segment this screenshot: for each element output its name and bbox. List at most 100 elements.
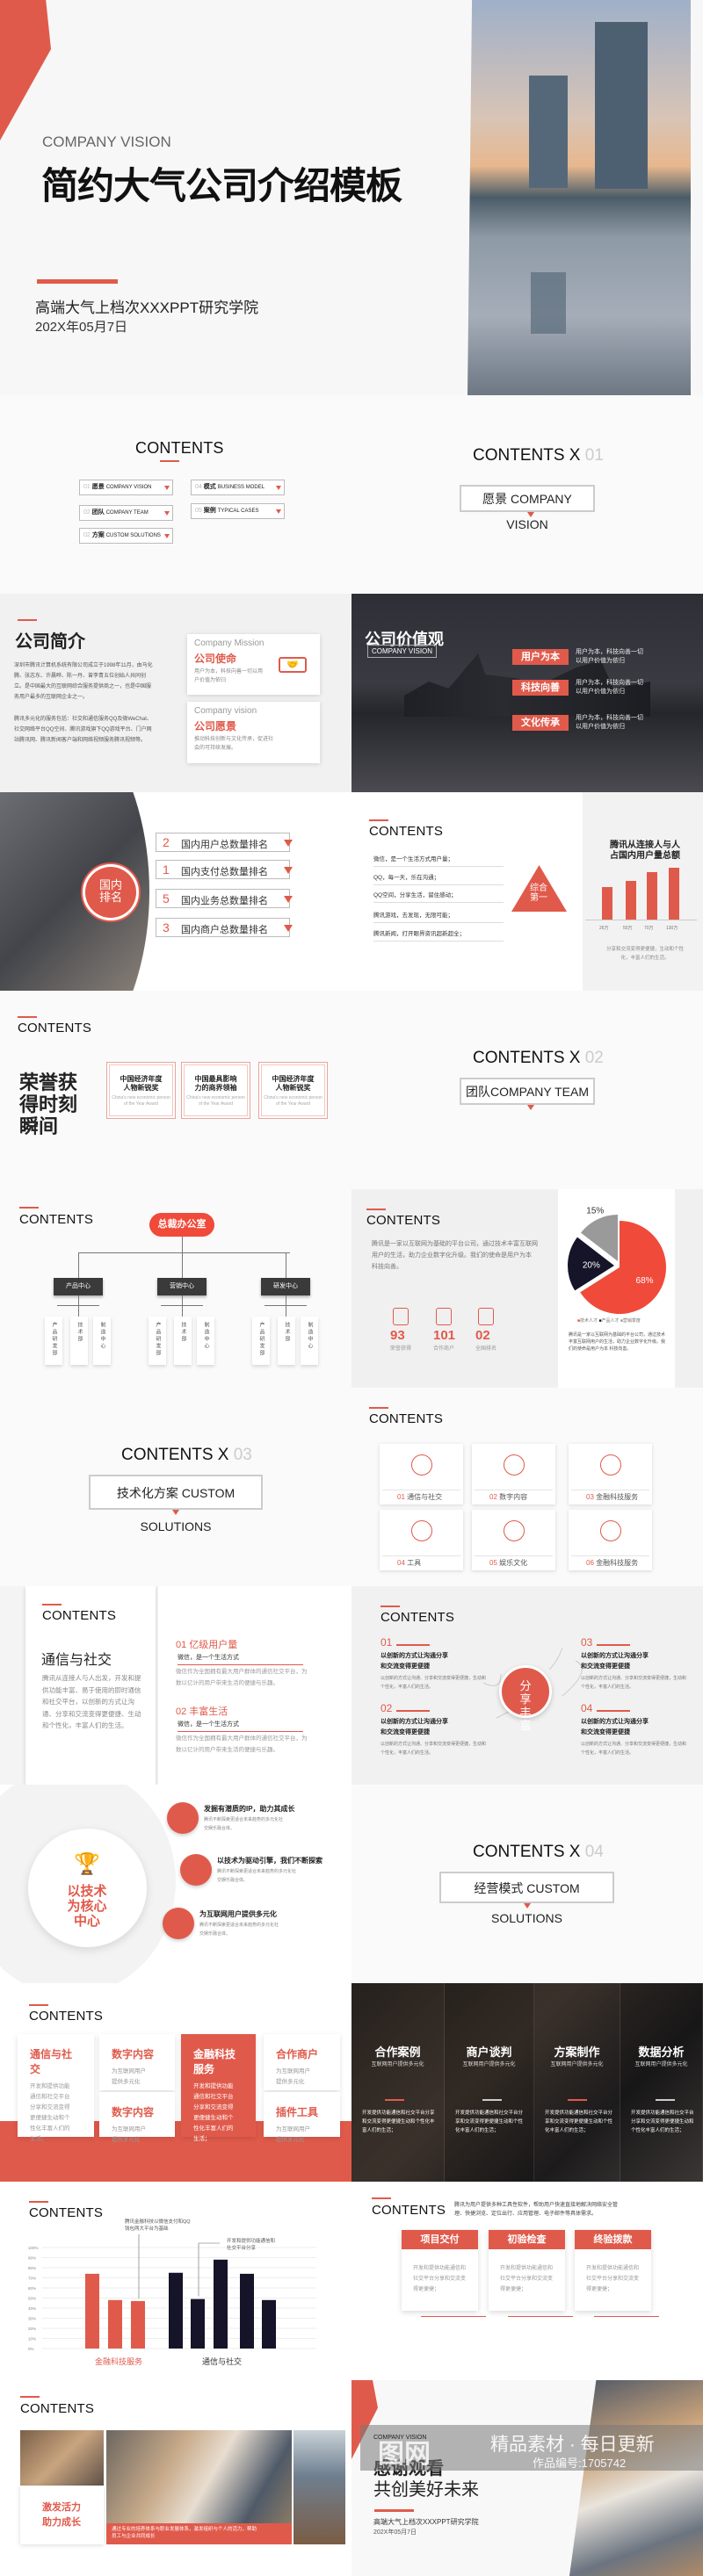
annotation-1: 腾讯金融科技以微信支付和QQ钱包两大平台为基础 bbox=[125, 2219, 191, 2232]
org-department[interactable]: 产品研发部 bbox=[45, 1317, 62, 1365]
slide-company-values: 公司价值观 COMPANY VISION 用户为本 用户为本，科技向善一切以用户价… bbox=[352, 594, 703, 792]
org-department[interactable]: 技术部 bbox=[174, 1317, 192, 1365]
dropdown-arrow-icon bbox=[284, 867, 293, 874]
org-department[interactable]: 制造中心 bbox=[93, 1317, 111, 1365]
ranking-item[interactable]: 5 国内业务总数量排名 bbox=[156, 889, 293, 908]
toc-item-number: 04 bbox=[195, 484, 202, 490]
card-text: 用户为本，科技向善一切以用户价值为依归 bbox=[194, 669, 264, 683]
share-item-title: 以创新的方式让沟通分享和交流变得更便捷 bbox=[380, 1653, 448, 1670]
process-card[interactable]: 终验拨款 开发和提供功能通信和社交平台分享和交流变得更便捷； bbox=[575, 2230, 651, 2311]
business-card[interactable]: 数字内容 为互联网用户提供多元化 bbox=[99, 2034, 175, 2090]
title-accent bbox=[18, 1016, 37, 1018]
process-underline bbox=[508, 2316, 573, 2317]
cover-org: 高端大气上档次XXXPPT研究学院 bbox=[35, 299, 259, 316]
slide-bar-chart: CONTENTS 0% 10% 20% 30% 40% 50% 60% 70% 80% 90% 10… bbox=[0, 2182, 352, 2380]
slide-section-04: CONTENTS X 04 经营模式 CUSTOM SOLUTIONS bbox=[352, 1785, 703, 1983]
case-column: 数据分析 互联网用户提供多元化 开发提供功能通信和社交平台分享和交流变得更便捷生动和… bbox=[620, 1983, 703, 2182]
section-label-box[interactable]: 技术化方案 CUSTOM SOLUTIONS bbox=[89, 1475, 263, 1533]
divider bbox=[382, 1555, 460, 1556]
slide-contents: CONTENTS 01 愿景 COMPANY VISION 02 团队 COMPA… bbox=[0, 395, 352, 594]
share-center-circle: 分享丰富 bbox=[499, 1665, 552, 1732]
cloud-signal-icon bbox=[411, 1454, 432, 1476]
process-card[interactable]: 初验检查 开发和提供功能通信和社交平台分享和交流变得更便捷； bbox=[489, 2230, 565, 2311]
org-department-label: 技术部 bbox=[284, 1322, 289, 1343]
service-name: 通信与社交 bbox=[407, 1493, 443, 1501]
toc-item[interactable]: 05 案例 TYPICAL CASES bbox=[191, 503, 285, 519]
service-card[interactable]: 06 金融科技服务 bbox=[569, 1510, 652, 1570]
business-card-title: 合作商户 bbox=[276, 2048, 319, 2060]
business-card[interactable]: 通信与社交开发和提供功能通信和社交平台分享和交流变得更便捷生动和个性化丰富人们的… bbox=[18, 2034, 94, 2142]
toc-item[interactable]: 02 方案 CUSTOM SOLUTIONS bbox=[79, 528, 173, 544]
section-label-box[interactable]: 团队COMPANY TEAM bbox=[460, 1078, 595, 1105]
share-item-title: 以创新的方式让沟通分享和交流变得更便捷 bbox=[581, 1653, 649, 1670]
cover-city-photo bbox=[467, 0, 691, 395]
business-card[interactable]: 数字内容 为互联网用户提供多元化 bbox=[99, 2092, 175, 2143]
case-title: 合作案例 bbox=[374, 2046, 421, 2059]
slide-cases: 合作案例 互联网用户提供多元化 开发提供功能通信和社交平台分享和交流变得更便捷生动和… bbox=[352, 1983, 703, 2182]
share-item-number: 01 bbox=[380, 1636, 393, 1649]
toc-item[interactable]: 02 团队 COMPANY TEAM bbox=[79, 505, 173, 521]
ranking-item[interactable]: 2 国内用户总数量排名 bbox=[156, 833, 293, 852]
intro-paragraph-2: 腾讯多元化的服务包括：社交和通信服务QQ及微WeChat、社交网络平台QQ空间、… bbox=[14, 717, 152, 743]
service-card[interactable]: 03 金融科技服务 bbox=[569, 1444, 652, 1504]
process-card[interactable]: 项目交付 开发和提供功能通信和社交平台分享和交流变得更便捷； bbox=[402, 2230, 478, 2311]
business-card[interactable]: 插件工具 为互联网用户提供多元化 bbox=[264, 2092, 340, 2143]
ranking-item[interactable]: 1 国内支付总数量排名 bbox=[156, 860, 293, 879]
slide-process: CONTENTS 腾讯为用户提供多种工具性软件，帮助用户快速直接地解决网络安全管… bbox=[352, 2182, 703, 2380]
case-column: 商户谈判 互联网用户提供多元化 开发提供功能通信和社交平台分享和交流变得更便捷生动和… bbox=[445, 1983, 534, 2182]
cover-title: 简约大气公司介绍模板 bbox=[41, 165, 402, 206]
case-divider bbox=[568, 2099, 587, 2101]
org-root[interactable]: 总裁办公室 bbox=[149, 1213, 214, 1237]
y-tick-label: 20% bbox=[28, 2327, 36, 2331]
social-item-sub: 微信，是一个生活方式 bbox=[178, 1653, 303, 1665]
section-label-box[interactable]: 愿景 COMPANY VISION bbox=[460, 485, 595, 531]
business-card-text: 开发和提供功能通信和社交平台分享和交流变得更便捷生动和个性化丰富人们的生活； bbox=[30, 2083, 70, 2142]
org-department[interactable]: 制造中心 bbox=[197, 1317, 214, 1365]
service-card[interactable]: 01 通信与社交 bbox=[380, 1444, 463, 1504]
card-cn-title: 公司使命 bbox=[194, 653, 237, 665]
org-center[interactable]: 产品中心 bbox=[54, 1278, 103, 1295]
org-center[interactable]: 研发中心 bbox=[261, 1278, 310, 1295]
business-card[interactable]: 合作商户 为互联网用户提供多元化 bbox=[264, 2034, 340, 2090]
service-card[interactable]: 02 数字内容 bbox=[472, 1444, 555, 1504]
org-center[interactable]: 营销中心 bbox=[157, 1278, 207, 1295]
business-card-title: 通信与社交 bbox=[30, 2048, 73, 2075]
pie-label: 15% bbox=[586, 1207, 604, 1216]
social-item-heading: 01 亿级用户量 bbox=[176, 1640, 238, 1650]
y-tick-label: 100% bbox=[28, 2246, 39, 2250]
contents-title: CONTENTS bbox=[366, 1213, 441, 1228]
dropdown-arrow-icon bbox=[276, 486, 281, 490]
org-department[interactable]: 制造中心 bbox=[301, 1317, 318, 1365]
org-department[interactable]: 技术部 bbox=[70, 1317, 88, 1365]
slide-ending: 感谢观看 共创美好未来 高端大气上档次XXXPPT研究学院 202X年05月7日… bbox=[352, 2380, 703, 2576]
mini-bar-label: 130万 bbox=[666, 926, 678, 931]
org-department-label: 产品研发部 bbox=[51, 1322, 56, 1357]
pie-label: 68% bbox=[636, 1276, 654, 1286]
section-label-box[interactable]: 经营模式 CUSTOM SOLUTIONS bbox=[439, 1872, 614, 1925]
stat-label: 全国排名 bbox=[475, 1346, 497, 1352]
service-card[interactable]: 05 娱乐文化 bbox=[472, 1510, 555, 1570]
toc-item[interactable]: 01 愿景 COMPANY VISION bbox=[79, 480, 173, 495]
product-list-item: 腾讯新闻，打开眼界资讯超新超全； bbox=[373, 928, 504, 942]
share-item-number: 02 bbox=[380, 1702, 393, 1714]
divider bbox=[475, 1555, 553, 1556]
business-card[interactable]: 金融科技服务 开发和提供功能通信和社交平台分享和交流变得更便捷生动和个性化丰富人们… bbox=[181, 2034, 256, 2142]
org-department[interactable]: 产品研发部 bbox=[252, 1317, 270, 1365]
phone-dollar-icon bbox=[504, 1520, 525, 1541]
org-department[interactable]: 产品研发部 bbox=[149, 1317, 166, 1365]
product-list-item: 腾讯游戏，去发现，无限可能； bbox=[373, 910, 504, 923]
slide-stats: CONTENTS 腾讯是一家以互联网为基础的平台公司，通过技术丰富互联网用户的生… bbox=[352, 1189, 703, 1388]
org-department[interactable]: 技术部 bbox=[278, 1317, 295, 1365]
pie-label: 20% bbox=[583, 1261, 600, 1271]
toc-item-en: COMPANY TEAM bbox=[105, 510, 149, 516]
side-caption: 分享和交流变得更便捷，生动和个性化，丰富人们的生活。 bbox=[605, 947, 684, 961]
toc-item[interactable]: 04 模式 BUSINESS MODEL bbox=[191, 480, 285, 495]
wallet-icon bbox=[600, 1454, 621, 1476]
service-number: 01 bbox=[397, 1493, 405, 1501]
ranking-item[interactable]: 3 国内商户总数量排名 bbox=[156, 918, 293, 937]
cover-date: 202X年05月7日 bbox=[35, 320, 128, 335]
service-card[interactable]: 04 工具 bbox=[380, 1510, 463, 1570]
honors-title: 荣誉获得时刻瞬间 bbox=[19, 1072, 78, 1137]
stat-value: 93 bbox=[390, 1328, 405, 1343]
card-cn-title: 公司愿景 bbox=[194, 720, 237, 732]
